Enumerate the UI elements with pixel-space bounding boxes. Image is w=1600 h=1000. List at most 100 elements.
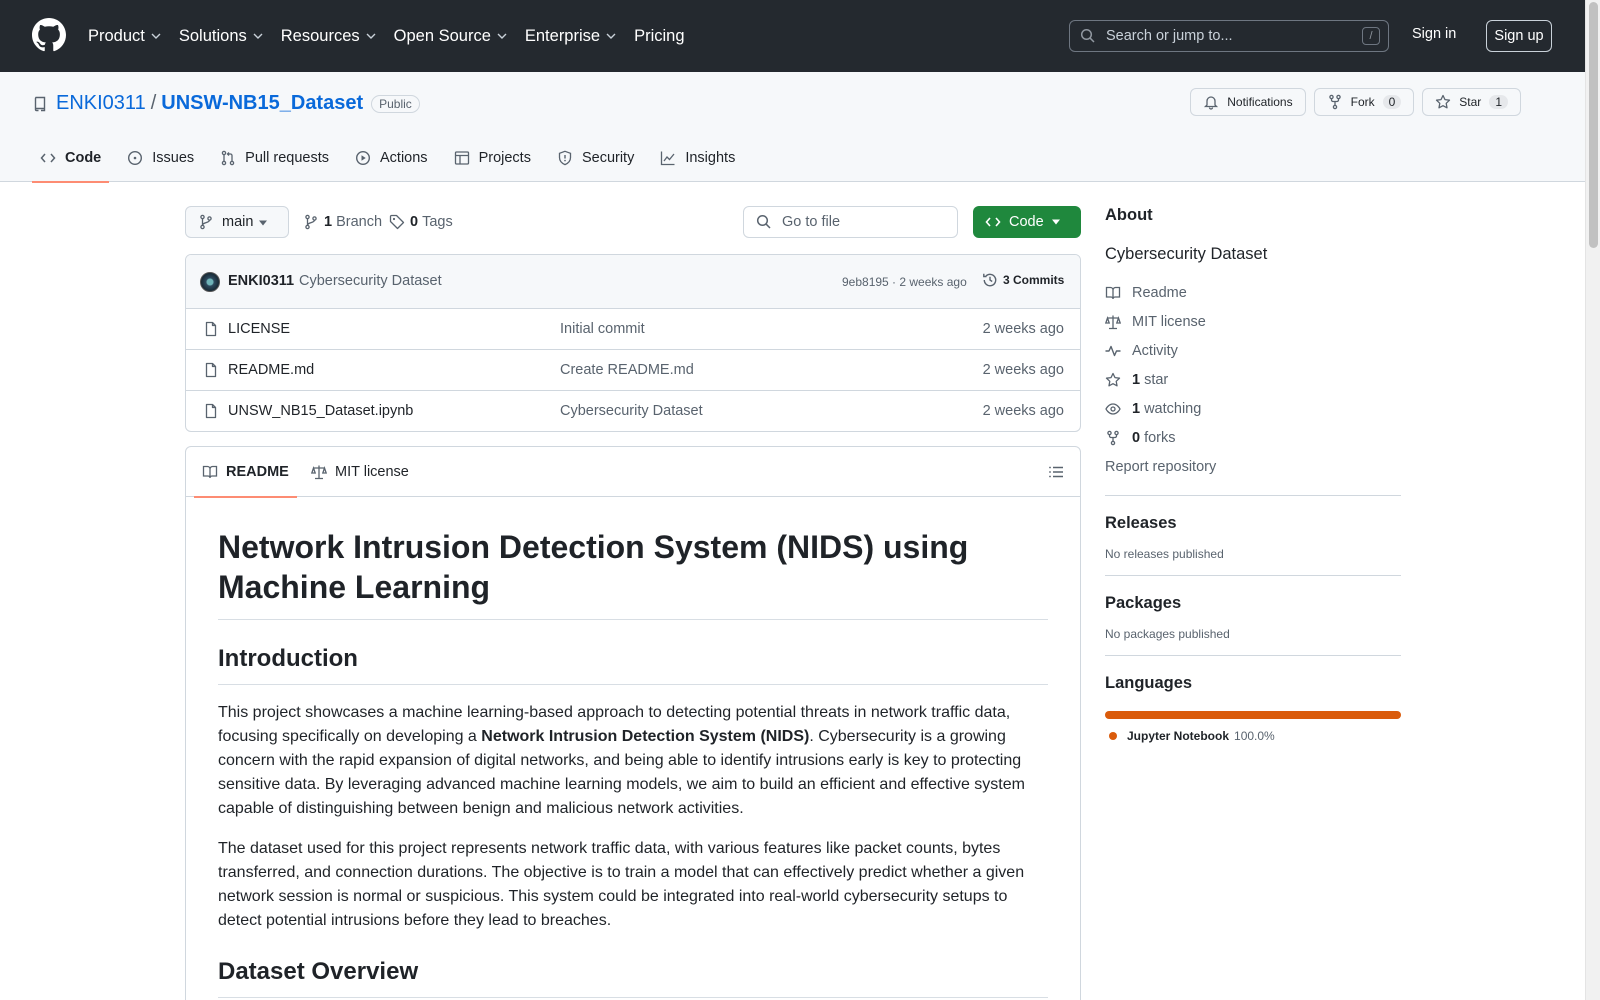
star-icon — [1105, 372, 1121, 386]
code-dropdown-button[interactable]: Code — [973, 206, 1081, 238]
search-input[interactable]: Search or jump to... / — [1069, 20, 1389, 52]
file-name-link[interactable]: UNSW_NB15_Dataset.ipynb — [228, 403, 413, 419]
file-date: 2 weeks ago — [982, 403, 1064, 419]
file-commit-message[interactable]: Cybersecurity Dataset — [560, 403, 703, 419]
intro-paragraph: This project showcases a machine learnin… — [218, 704, 1025, 817]
tab-issues[interactable]: Issues — [119, 134, 202, 182]
chevron-down-icon — [606, 33, 616, 39]
tags-link[interactable]: 0 Tags — [389, 206, 453, 238]
tab-pull-requests[interactable]: Pull requests — [212, 134, 337, 182]
search-icon — [756, 214, 771, 229]
nav-product[interactable]: Product — [88, 27, 162, 46]
scale-icon — [1105, 315, 1121, 329]
branches-link[interactable]: 1 Branch — [303, 206, 382, 238]
forks-link[interactable]: 0 forks — [1105, 423, 1401, 452]
tab-security[interactable]: Security — [549, 134, 642, 182]
dataset-paragraph: The dataset used for this project repres… — [218, 840, 1025, 929]
book-icon — [1105, 286, 1121, 299]
fork-button[interactable]: Fork 0 — [1313, 88, 1415, 116]
table-icon — [454, 151, 469, 165]
stars-link[interactable]: 1 star — [1105, 365, 1401, 394]
list-outline-icon[interactable] — [1048, 464, 1064, 480]
code-icon — [985, 217, 1001, 227]
repo-name-link[interactable]: UNSW-NB15_Dataset — [161, 92, 363, 115]
tab-mit-license[interactable]: MIT license — [311, 447, 409, 497]
tab-code[interactable]: Code — [32, 134, 110, 183]
tab-insights[interactable]: Insights — [652, 134, 743, 182]
chevron-down-icon — [497, 33, 507, 39]
packages-heading[interactable]: Packages — [1105, 594, 1401, 613]
code-icon — [40, 153, 56, 163]
readme-link[interactable]: Readme — [1105, 278, 1401, 307]
nav-solutions[interactable]: Solutions — [179, 27, 264, 46]
file-name-link[interactable]: LICENSE — [228, 321, 290, 337]
language-color-dot — [1109, 732, 1117, 740]
commits-link[interactable]: 3 Commits — [982, 272, 1064, 288]
history-icon — [983, 273, 997, 287]
sign-up-button[interactable]: Sign up — [1486, 20, 1552, 52]
fork-icon — [1107, 430, 1119, 445]
caret-down-icon — [259, 220, 267, 226]
languages-heading: Languages — [1105, 674, 1193, 692]
chevron-down-icon — [151, 33, 161, 39]
fork-icon — [1328, 94, 1341, 110]
file-name-link[interactable]: README.md — [228, 362, 314, 378]
nav-pricing[interactable]: Pricing — [634, 27, 684, 46]
readme-content: Network Intrusion Detection System (NIDS… — [218, 497, 1048, 998]
graph-icon — [661, 151, 675, 166]
repo-owner-link[interactable]: ENKI0311 — [56, 92, 146, 115]
latest-commit-row: ENKI0311 Cybersecurity Dataset 9eb8195 ·… — [186, 255, 1080, 309]
repo-sidebar: About Cybersecurity Dataset Readme MIT l… — [1105, 206, 1401, 743]
releases-heading[interactable]: Releases — [1105, 514, 1401, 533]
github-logo-icon[interactable] — [32, 18, 66, 52]
file-commit-message[interactable]: Initial commit — [560, 321, 645, 337]
branch-select-button[interactable]: main — [185, 206, 289, 238]
file-list: ENKI0311 Cybersecurity Dataset 9eb8195 ·… — [185, 254, 1081, 432]
notifications-button[interactable]: Notifications — [1190, 88, 1306, 116]
branch-icon — [305, 214, 317, 230]
tab-projects[interactable]: Projects — [446, 134, 539, 182]
report-repository-link[interactable]: Report repository — [1105, 452, 1401, 481]
file-row[interactable]: LICENSE Initial commit 2 weeks ago — [186, 309, 1080, 350]
readme-panel: README MIT license Network Intrusion Det… — [185, 446, 1081, 1000]
tab-actions[interactable]: Actions — [347, 134, 436, 182]
file-toolbar: main 1 Branch 0 Tags Go to file Code — [185, 206, 1081, 238]
watchers-link[interactable]: 1 watching — [1105, 394, 1401, 423]
activity-link[interactable]: Activity — [1105, 336, 1401, 365]
commit-message-link[interactable]: Cybersecurity Dataset — [299, 273, 442, 289]
scrollbar-thumb[interactable] — [1589, 2, 1598, 248]
commit-hash-time[interactable]: 9eb8195 · 2 weeks ago — [842, 275, 967, 289]
language-bar — [1105, 711, 1401, 719]
page-scrollbar[interactable] — [1585, 0, 1600, 1000]
heading-dataset-overview: Dataset Overview — [218, 957, 1048, 998]
packages-empty-text: No packages published — [1105, 627, 1230, 641]
play-icon — [355, 150, 371, 166]
language-item[interactable]: Jupyter Notebook 100.0% — [1105, 729, 1401, 743]
global-header: Product Solutions Resources Open Source … — [0, 0, 1585, 72]
repo-header: ENKI0311 / UNSW-NB15_Dataset Public Noti… — [0, 72, 1585, 183]
readme-title: Network Intrusion Detection System (NIDS… — [218, 527, 1048, 620]
nav-open-source[interactable]: Open Source — [394, 27, 508, 46]
sign-in-link[interactable]: Sign in — [1412, 26, 1456, 42]
file-row[interactable]: README.md Create README.md 2 weeks ago — [186, 350, 1080, 391]
avatar[interactable] — [200, 272, 220, 292]
file-date: 2 weeks ago — [982, 362, 1064, 378]
file-commit-message[interactable]: Create README.md — [560, 362, 694, 378]
heading-introduction: Introduction — [218, 644, 1048, 685]
releases-section: Releases No releases published — [1105, 495, 1401, 561]
nav-resources[interactable]: Resources — [281, 27, 377, 46]
fork-counter: 0 — [1382, 95, 1402, 109]
commit-author-link[interactable]: ENKI0311 — [228, 273, 294, 289]
file-icon — [205, 403, 217, 419]
file-row[interactable]: UNSW_NB15_Dataset.ipynb Cybersecurity Da… — [186, 391, 1080, 431]
license-link[interactable]: MIT license — [1105, 307, 1401, 336]
visibility-badge: Public — [371, 94, 420, 113]
tab-readme[interactable]: README — [194, 447, 297, 498]
star-button[interactable]: Star 1 — [1422, 88, 1521, 116]
go-to-file-input[interactable]: Go to file — [743, 206, 958, 238]
slash-shortcut-key: / — [1362, 27, 1380, 45]
chevron-down-icon — [366, 33, 376, 39]
branch-icon — [200, 214, 212, 230]
repo-description: Cybersecurity Dataset — [1105, 245, 1268, 263]
nav-enterprise[interactable]: Enterprise — [525, 27, 617, 46]
